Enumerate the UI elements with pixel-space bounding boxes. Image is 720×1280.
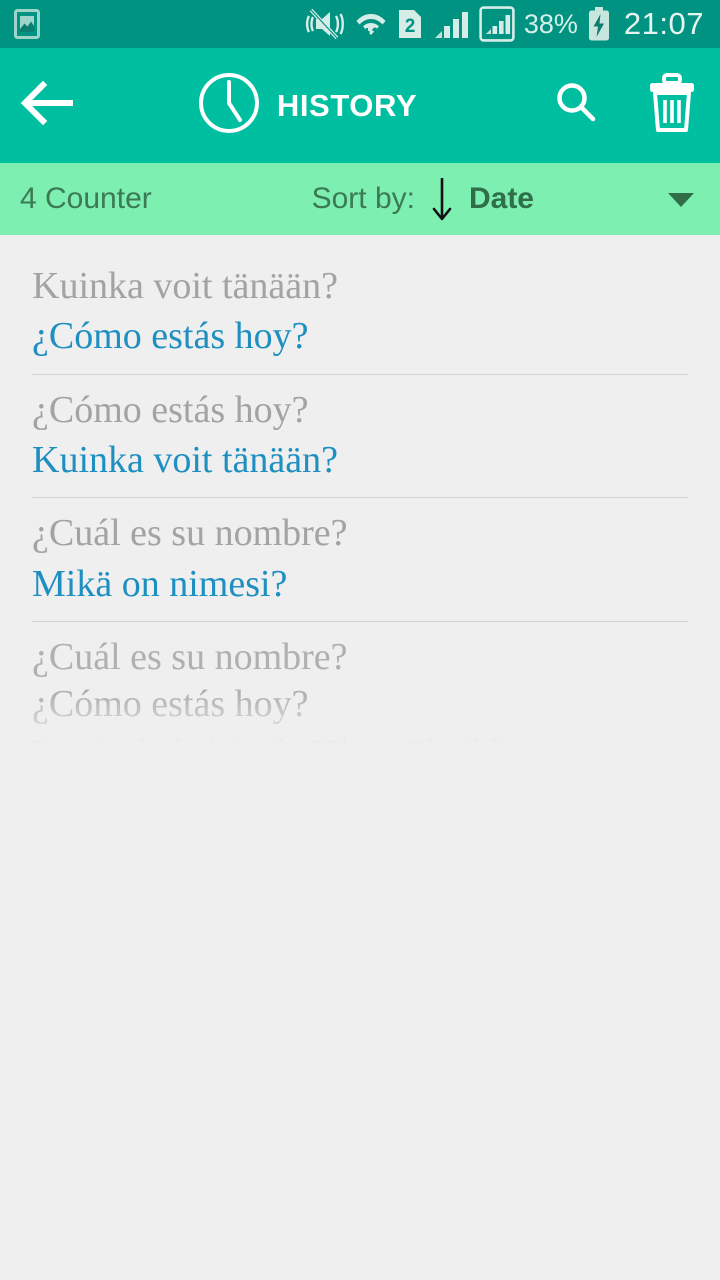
- status-bar-notifications: [14, 9, 303, 39]
- sort-value-label: Date: [468, 182, 534, 215]
- search-button[interactable]: [528, 48, 624, 163]
- app-bar-title-group: HISTORY: [86, 71, 528, 140]
- item-target-text: ¿Cómo estás hoy?: [32, 682, 309, 725]
- back-button[interactable]: [0, 48, 96, 163]
- sort-control[interactable]: Sort by: Date: [152, 174, 700, 224]
- item-source-text: ¿Cuál es su nombre?: [32, 512, 348, 555]
- clock-icon: [197, 71, 261, 140]
- status-bar-clock: 21:07: [623, 6, 704, 41]
- item-source-text: ¿Cómo estás hoy?: [32, 388, 309, 431]
- item-extra-text: La ciudad siria de Khan Sheikhoun, en: [32, 731, 688, 744]
- item-source-text: ¿Cuál es su nombre?: [32, 636, 348, 679]
- item-target-text: Mikä on nimesi?: [32, 562, 288, 605]
- history-list-item[interactable]: ¿Cómo estás hoy? Kuinka voit tänään?: [0, 375, 720, 499]
- gallery-image-icon: [14, 9, 40, 39]
- history-list: Kuinka voit tänään? ¿Cómo estás hoy? ¿Có…: [0, 235, 720, 1205]
- sort-direction-icon[interactable]: [429, 174, 455, 224]
- list-empty-area: [0, 744, 720, 1205]
- delete-all-button[interactable]: [624, 48, 720, 163]
- sort-bar[interactable]: 4 Counter Sort by: Date: [0, 163, 720, 235]
- page-title: HISTORY: [276, 87, 418, 123]
- item-target-text: Kuinka voit tänään?: [32, 439, 339, 482]
- app-bar: HISTORY: [0, 48, 720, 163]
- history-list-item[interactable]: ¿Cuál es su nombre? Mikä on nimesi?: [0, 498, 720, 623]
- item-source-text: Kuinka voit tänään?: [32, 265, 339, 307]
- history-list-item[interactable]: ¿Cuál es su nombre? ¿Cómo estás hoy? La …: [0, 622, 720, 744]
- chevron-down-icon[interactable]: [666, 189, 696, 209]
- item-target-text: ¿Cómo estás hoy?: [32, 315, 309, 358]
- counter-label: 4 Counter: [20, 182, 152, 215]
- wifi-icon: [354, 7, 388, 41]
- vibrate-mute-icon: [303, 7, 345, 41]
- app-screen: 2 38% 21:07 HISTORY 4 Counter Sort by: D…: [0, 0, 720, 1280]
- battery-charging-icon: [587, 7, 611, 41]
- status-bar-system-icons: 2 38% 21:07: [303, 6, 704, 42]
- back-arrow-icon: [16, 80, 80, 131]
- status-bar: 2 38% 21:07: [0, 0, 720, 48]
- signal-bars-icon: [432, 8, 470, 40]
- sim-2-icon: 2: [397, 8, 423, 40]
- trash-icon: [644, 72, 700, 139]
- battery-percent-label: 38%: [523, 8, 578, 39]
- search-icon: [550, 77, 602, 134]
- svg-text:2: 2: [405, 16, 416, 37]
- signal-boxed-icon: [479, 6, 515, 42]
- history-list-item[interactable]: Kuinka voit tänään? ¿Cómo estás hoy?: [0, 251, 720, 375]
- sort-by-label: Sort by:: [311, 182, 415, 215]
